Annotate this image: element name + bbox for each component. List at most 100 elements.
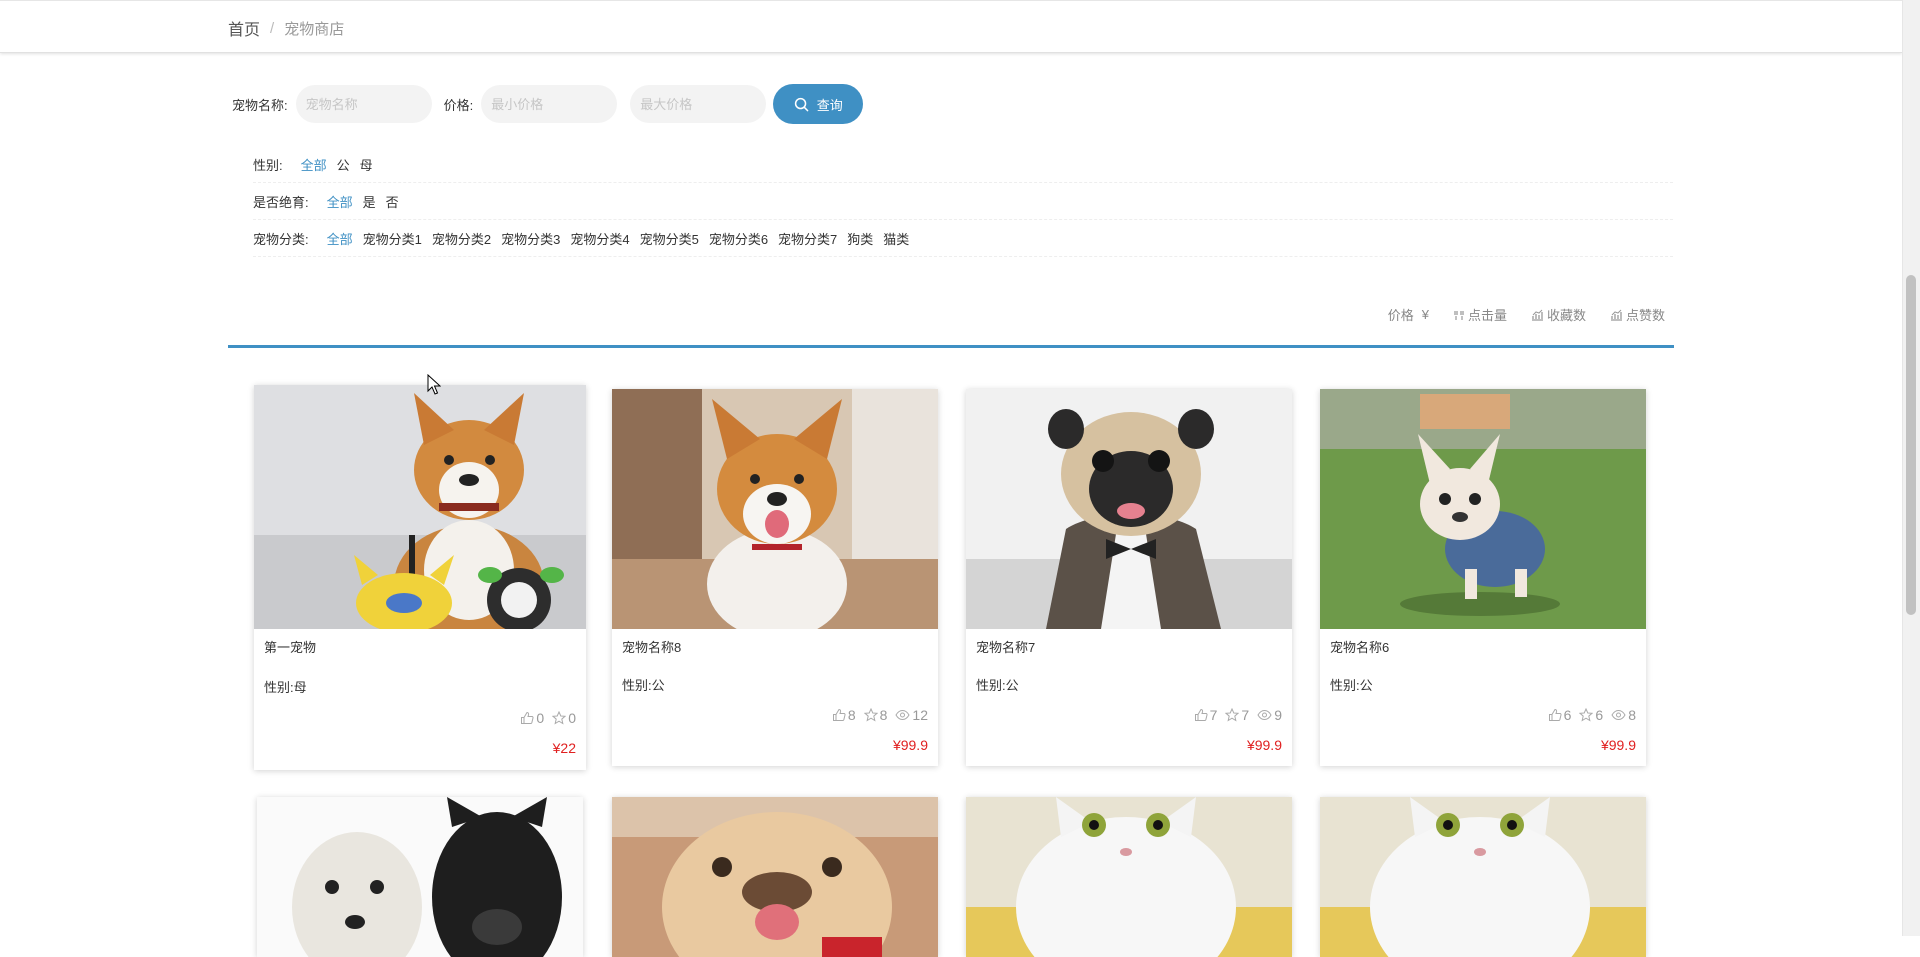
product-card[interactable]: [966, 797, 1292, 957]
breadcrumb: 首页 / 宠物商店: [228, 16, 344, 40]
pet-price: ¥99.9: [892, 737, 928, 753]
star-icon: [552, 711, 567, 725]
pet-sex: 性别:公: [976, 678, 1019, 693]
category-option-cats[interactable]: 猫类: [883, 229, 909, 248]
favorites-count: 7: [1241, 707, 1250, 723]
search-icon: [794, 97, 809, 111]
scrollbar-thumb[interactable]: [1906, 275, 1916, 615]
clicks-icon: [1453, 309, 1465, 321]
category-option-5[interactable]: 宠物分类5: [640, 229, 699, 248]
category-option-6[interactable]: 宠物分类6: [709, 229, 768, 248]
sort-by-favorites[interactable]: 收藏数: [1531, 305, 1586, 324]
sort-bar: 价格 ¥ 点击量 收藏数 点赞数: [1364, 305, 1665, 324]
pet-stats: 8 8 12: [824, 707, 928, 723]
sterilized-filter-title: 是否绝育:: [253, 194, 309, 210]
pet-image-corgi-with-toys[interactable]: [254, 385, 586, 629]
pet-sex: 性别:公: [1330, 678, 1373, 693]
views-stat: 12: [895, 707, 928, 723]
sort-price-label: 价格: [1387, 308, 1414, 323]
views-stat: 9: [1257, 707, 1282, 723]
eye-icon: [1257, 709, 1272, 721]
category-option-1[interactable]: 宠物分类1: [363, 229, 422, 248]
sort-clicks-label: 点击量: [1467, 308, 1507, 323]
category-option-dogs[interactable]: 狗类: [847, 229, 873, 248]
product-card[interactable]: 宠物名称6 性别:公 6 6 8 ¥99.9: [1320, 389, 1646, 766]
product-card[interactable]: [612, 797, 938, 957]
category-option-7[interactable]: 宠物分类7: [778, 229, 837, 248]
star-icon: [1579, 708, 1594, 722]
likes-stat: 6: [1548, 707, 1571, 723]
query-button-label: 查询: [816, 97, 843, 113]
pet-price: ¥99.9: [1600, 737, 1636, 753]
bar-chart-icon: [1531, 309, 1544, 321]
sort-likes-label: 点赞数: [1625, 308, 1665, 323]
gender-option-all[interactable]: 全部: [301, 155, 327, 174]
eye-icon: [895, 709, 910, 721]
favorites-stat: 7: [1225, 707, 1249, 723]
sort-favorites-label: 收藏数: [1546, 308, 1586, 323]
sterilized-option-yes[interactable]: 是: [363, 192, 376, 211]
pet-sex: 性别:公: [622, 678, 665, 693]
pet-price: ¥22: [552, 740, 576, 756]
category-filter-title: 宠物分类:: [253, 231, 309, 247]
pet-image-two-dogs[interactable]: [257, 797, 583, 957]
pet-image-bulldog-face[interactable]: [612, 797, 938, 957]
favorites-count: 8: [879, 707, 888, 723]
thumbs-up-icon: [832, 708, 846, 721]
max-price-input[interactable]: [630, 85, 767, 123]
vertical-scrollbar[interactable]: [1902, 0, 1920, 936]
pet-image-french-bulldog-on-grass[interactable]: [1320, 389, 1646, 629]
pet-stats: 6 6 8: [1540, 707, 1636, 723]
category-option-all[interactable]: 全部: [327, 229, 353, 248]
pet-name-input[interactable]: [295, 85, 432, 123]
sort-by-likes[interactable]: 点赞数: [1610, 305, 1665, 324]
sort-divider: [228, 345, 1674, 348]
query-button[interactable]: 查询: [773, 84, 864, 124]
pet-name: 第一宠物: [264, 640, 317, 655]
product-card[interactable]: [257, 797, 583, 957]
star-icon: [1225, 708, 1240, 722]
thumbs-up-icon: [521, 711, 534, 724]
gender-option-male[interactable]: 公: [337, 155, 350, 174]
product-card[interactable]: [1320, 797, 1646, 957]
gender-filter-title: 性别:: [253, 157, 283, 173]
sterilized-option-no[interactable]: 否: [386, 192, 399, 211]
likes-count: 0: [536, 710, 545, 726]
product-card[interactable]: 第一宠物 性别:母 0 0 ¥22: [254, 385, 586, 770]
mouse-cursor-icon: [427, 374, 441, 395]
likes-stat: 8: [832, 707, 856, 723]
thumbs-up-icon: [1548, 708, 1562, 721]
favorites-stat: 0: [552, 710, 576, 726]
sort-by-clicks[interactable]: 点击量: [1453, 305, 1507, 324]
likes-count: 8: [847, 707, 856, 723]
favorites-stat: 6: [1579, 707, 1603, 723]
product-card[interactable]: 宠物名称7 性别:公 7 7 9 ¥99.9: [966, 389, 1292, 766]
product-card[interactable]: 宠物名称8 性别:公 8 8 12 ¥99.9: [612, 389, 938, 766]
sort-by-price[interactable]: 价格 ¥: [1388, 305, 1429, 324]
pet-stats: 0 0: [512, 710, 576, 726]
pet-image-white-persian-cat[interactable]: [966, 797, 1292, 957]
star-icon: [863, 708, 878, 722]
gender-option-female[interactable]: 母: [360, 155, 373, 174]
pet-image-white-persian-cat[interactable]: [1320, 797, 1646, 957]
pet-image-pug-in-suit[interactable]: [966, 389, 1292, 629]
favorites-count: 6: [1595, 707, 1604, 723]
views-count: 12: [912, 707, 928, 723]
breadcrumb-home[interactable]: 首页: [228, 16, 260, 40]
category-option-4[interactable]: 宠物分类4: [570, 229, 629, 248]
category-option-3[interactable]: 宠物分类3: [501, 229, 560, 248]
top-bar: 首页 / 宠物商店: [0, 0, 1902, 53]
likes-count: 7: [1209, 707, 1218, 723]
pet-sex: 性别:母: [264, 680, 307, 695]
category-filter: 宠物分类: 全部 宠物分类1 宠物分类2 宠物分类3 宠物分类4 宠物分类5 宠…: [253, 220, 1673, 257]
sterilized-option-all[interactable]: 全部: [327, 192, 353, 211]
eye-icon: [1611, 709, 1626, 721]
favorites-count: 0: [568, 710, 576, 726]
pet-image-corgi-puppy[interactable]: [612, 389, 938, 629]
views-stat: 8: [1611, 707, 1636, 723]
views-count: 9: [1274, 707, 1282, 723]
category-option-2[interactable]: 宠物分类2: [432, 229, 491, 248]
pet-name: 宠物名称8: [622, 640, 682, 655]
likes-stat: 7: [1194, 707, 1218, 723]
min-price-input[interactable]: [481, 85, 618, 123]
